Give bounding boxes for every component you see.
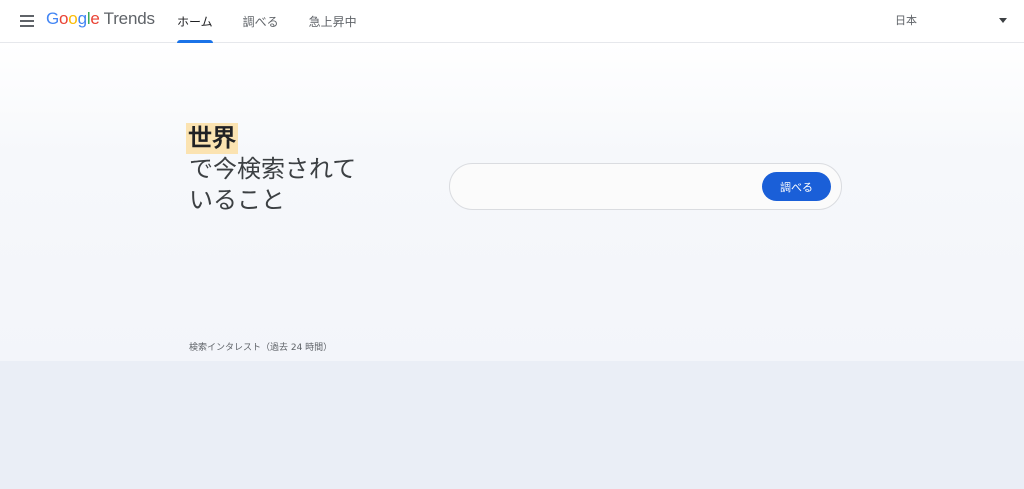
tab-trending[interactable]: 急上昇中 — [297, 0, 369, 43]
main-nav: ホーム 調べる 急上昇中 — [165, 0, 375, 43]
hero-section: 世界 で今検索されて いること 調べる 検索インタレスト（過去 24 時間） — [0, 43, 1024, 361]
explore-button[interactable]: 調べる — [762, 172, 831, 201]
country-label: 日本 — [895, 14, 917, 27]
logo-product-name: Trends — [103, 9, 155, 28]
search-box: 調べる — [449, 163, 842, 210]
search-interest-label: 検索インタレスト（過去 24 時間） — [189, 343, 333, 353]
google-trends-logo[interactable]: Google Trends — [46, 9, 155, 29]
country-selector[interactable]: 日本 — [895, 10, 1011, 30]
caret-down-icon — [999, 17, 1007, 23]
search-input[interactable] — [466, 174, 756, 200]
tab-explore[interactable]: 調べる — [231, 0, 291, 43]
headline-line-2: で今検索されて — [189, 155, 357, 183]
headline-highlight: 世界 — [186, 123, 238, 154]
hamburger-menu-icon[interactable] — [16, 10, 38, 32]
top-app-bar: Google Trends ホーム 調べる 急上昇中 日本 — [0, 0, 1024, 43]
page-headline: 世界 で今検索されて いること — [186, 123, 409, 216]
tab-home[interactable]: ホーム — [165, 0, 225, 43]
headline-line-3: いること — [189, 186, 285, 214]
content-area — [0, 361, 1024, 489]
